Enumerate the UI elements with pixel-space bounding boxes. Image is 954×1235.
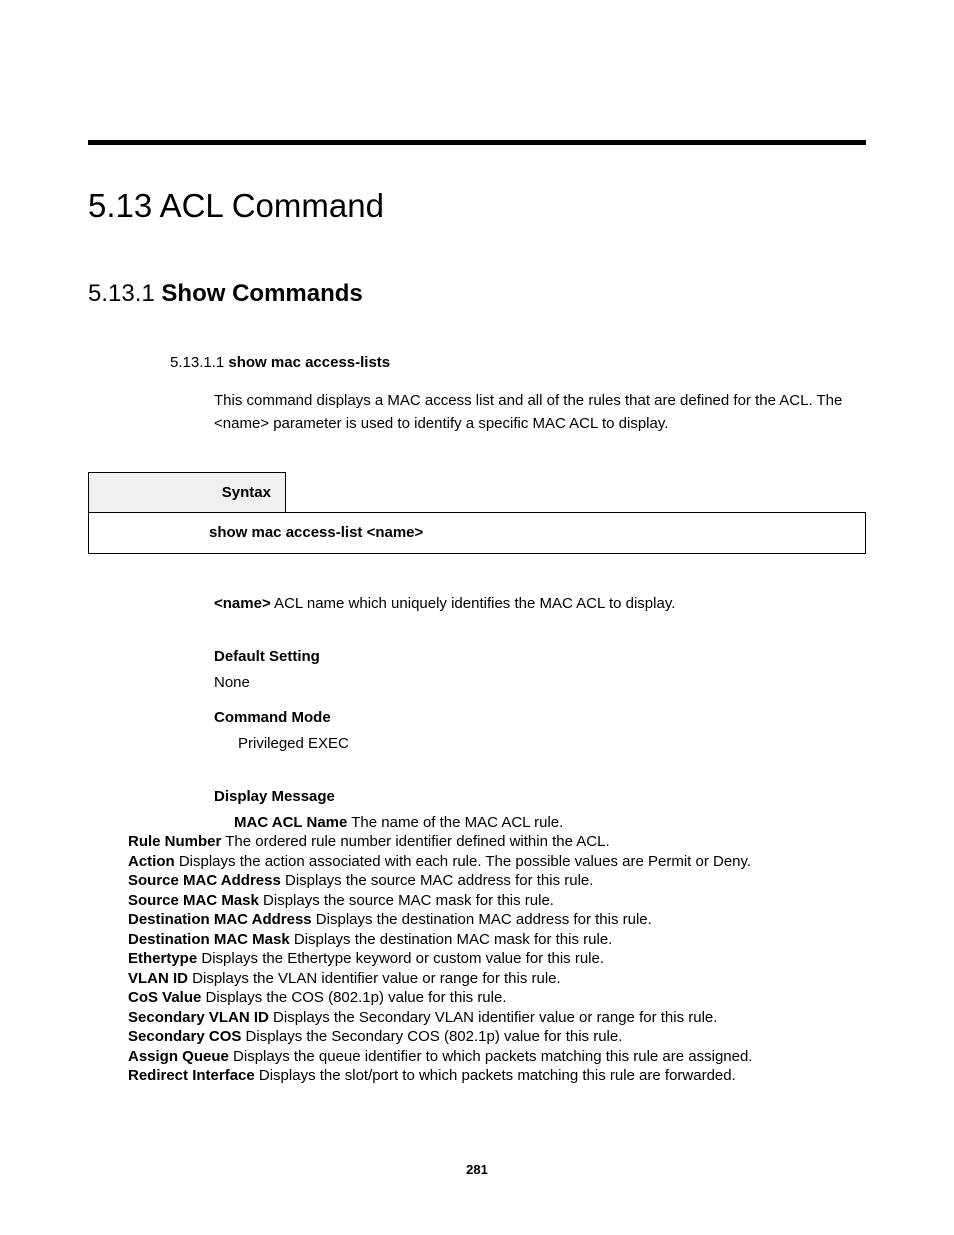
msg-line: Destination MAC Address Displays the des… — [128, 910, 866, 930]
desc-line: <name> parameter is used to identify a s… — [214, 414, 866, 434]
msg-line: Source MAC Mask Displays the source MAC … — [128, 891, 866, 911]
heading-section-num: 5.13.1 — [88, 280, 161, 307]
display-message-block: MAC ACL Name The name of the MAC ACL rul… — [128, 813, 866, 1086]
msg-line: Redirect Interface Displays the slot/por… — [128, 1066, 866, 1086]
msg-text: Displays the source MAC address for this… — [281, 872, 594, 889]
msg-term: Rule Number — [128, 833, 221, 850]
msg-text: Displays the VLAN identifier value or ra… — [188, 970, 561, 987]
param-name: <name> — [214, 595, 271, 612]
msg-line: Secondary COS Displays the Secondary COS… — [128, 1027, 866, 1047]
name-parameter: <name> ACL name which uniquely identifie… — [214, 594, 866, 614]
msg-term: MAC ACL Name — [234, 814, 347, 831]
msg-text: Displays the Secondary VLAN identifier v… — [269, 1009, 718, 1026]
syntax-body-cell: show mac access-list <name> — [89, 513, 866, 554]
desc-line: This command displays a MAC access list … — [214, 391, 866, 411]
msg-line: Secondary VLAN ID Displays the Secondary… — [128, 1008, 866, 1028]
command-mode-label: Command Mode — [214, 708, 866, 728]
msg-term: CoS Value — [128, 989, 201, 1006]
msg-text: Displays the slot/port to which packets … — [255, 1067, 736, 1084]
msg-line: Rule Number The ordered rule number iden… — [128, 832, 866, 852]
syntax-header-row: Syntax — [89, 472, 866, 513]
syntax-label-cell: Syntax — [89, 472, 286, 513]
msg-term: Destination MAC Mask — [128, 931, 290, 948]
heading-command-text: show mac access-lists — [228, 354, 390, 371]
msg-line: CoS Value Displays the COS (802.1p) valu… — [128, 988, 866, 1008]
command-description: This command displays a MAC access list … — [214, 391, 866, 434]
syntax-table: Syntax show mac access-list <name> — [88, 472, 866, 554]
page-number: 281 — [0, 1162, 954, 1179]
msg-line: Ethertype Displays the Ethertype keyword… — [128, 949, 866, 969]
param-desc: ACL name which uniquely identifies the M… — [271, 595, 676, 612]
horizontal-rule — [88, 140, 866, 145]
msg-text: Displays the action associated with each… — [175, 853, 751, 870]
msg-text: The name of the MAC ACL rule. — [347, 814, 563, 831]
heading-command: 5.13.1.1 show mac access-lists — [170, 353, 866, 373]
default-setting-label: Default Setting — [214, 647, 866, 667]
page: 5.13 ACL Command 5.13.1 Show Commands 5.… — [0, 0, 954, 1235]
msg-text: Displays the destination MAC address for… — [312, 911, 652, 928]
msg-term: Destination MAC Address — [128, 911, 312, 928]
msg-text: Displays the source MAC mask for this ru… — [259, 892, 554, 909]
msg-text: The ordered rule number identifier defin… — [221, 833, 609, 850]
syntax-empty-cell — [286, 472, 866, 513]
heading-section-text: Show Commands — [161, 280, 362, 307]
msg-line: VLAN ID Displays the VLAN identifier val… — [128, 969, 866, 989]
msg-line: Destination MAC Mask Displays the destin… — [128, 930, 866, 950]
msg-term: Ethertype — [128, 950, 197, 967]
msg-term: Action — [128, 853, 175, 870]
default-setting-value: None — [214, 673, 866, 693]
msg-text: Displays the destination MAC mask for th… — [290, 931, 613, 948]
msg-line: MAC ACL Name The name of the MAC ACL rul… — [234, 813, 866, 833]
msg-text: Displays the queue identifier to which p… — [229, 1048, 753, 1065]
msg-text: Displays the Ethertype keyword or custom… — [197, 950, 604, 967]
heading-command-num: 5.13.1.1 — [170, 354, 228, 371]
msg-term: Source MAC Mask — [128, 892, 259, 909]
msg-term: Redirect Interface — [128, 1067, 255, 1084]
msg-term: Secondary VLAN ID — [128, 1009, 269, 1026]
msg-term: Secondary COS — [128, 1028, 241, 1045]
msg-term: Assign Queue — [128, 1048, 229, 1065]
msg-text: Displays the COS (802.1p) value for this… — [201, 989, 506, 1006]
msg-text: Displays the Secondary COS (802.1p) valu… — [241, 1028, 622, 1045]
msg-term: Source MAC Address — [128, 872, 281, 889]
command-mode-value: Privileged EXEC — [238, 734, 866, 754]
heading-section: 5.13.1 Show Commands — [88, 278, 866, 309]
msg-line: Action Displays the action associated wi… — [128, 852, 866, 872]
display-message-label: Display Message — [214, 787, 866, 807]
msg-line: Source MAC Address Displays the source M… — [128, 871, 866, 891]
syntax-body-row: show mac access-list <name> — [89, 513, 866, 554]
heading-main: 5.13 ACL Command — [88, 185, 866, 228]
msg-term: VLAN ID — [128, 970, 188, 987]
msg-line: Assign Queue Displays the queue identifi… — [128, 1047, 866, 1067]
